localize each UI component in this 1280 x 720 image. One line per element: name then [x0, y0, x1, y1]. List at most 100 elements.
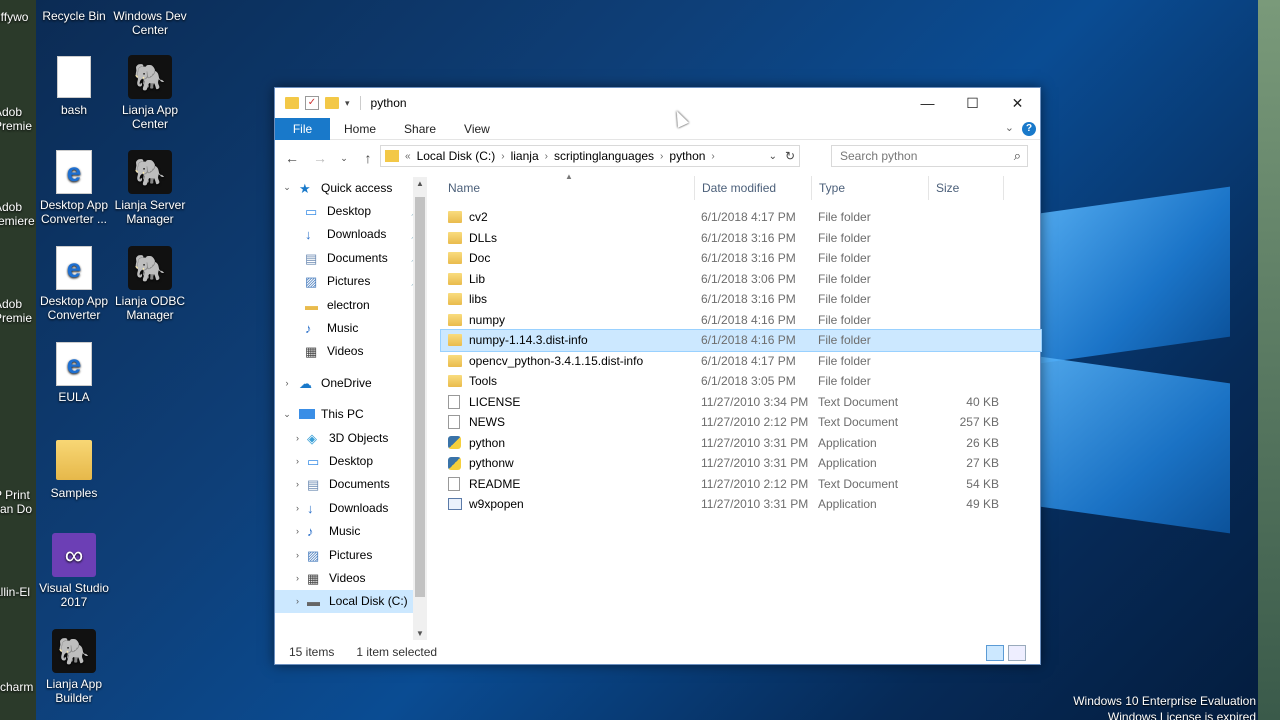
forward-icon[interactable]: →	[311, 150, 329, 166]
file-row[interactable]: libs 6/1/2018 3:16 PM File folder	[441, 289, 1041, 310]
address-dropdown-icon[interactable]: ⌄	[769, 151, 777, 162]
desktop-icon[interactable]: 🐘 Lianja ODBC Manager	[110, 246, 190, 322]
desktop-icon-label-partial[interactable]: ycharm	[0, 680, 36, 694]
customize-toolbar-icon[interactable]: ▾	[345, 98, 350, 109]
nav-quick-item[interactable]: ▤Documents📌	[275, 246, 427, 269]
scroll-down-icon[interactable]: ▼	[413, 629, 427, 638]
tab-view[interactable]: View	[450, 118, 504, 140]
desktop-icon[interactable]: e EULA	[34, 342, 114, 404]
help-icon[interactable]: ?	[1022, 122, 1036, 136]
nav-scrollbar[interactable]: ▲ ▼	[413, 177, 427, 640]
desktop-icon-label-partial[interactable]: Adob Premie	[0, 297, 36, 325]
desktop-icon-label-partial[interactable]: allin-El	[0, 585, 36, 599]
chevron-right-icon[interactable]: ›	[275, 456, 307, 466]
close-button[interactable]: ✕	[995, 88, 1040, 118]
desktop-icon[interactable]: bash	[34, 55, 114, 117]
desktop-icon[interactable]: e Desktop App Converter	[34, 246, 114, 322]
properties-icon[interactable]: ✓	[305, 96, 319, 110]
nav-quick-item[interactable]: ▦ Videos	[275, 340, 427, 363]
nav-pc-item[interactable]: › ▬ Local Disk (C:)	[275, 589, 427, 614]
file-row[interactable]: cv2 6/1/2018 4:17 PM File folder	[441, 207, 1041, 228]
nav-quick-item[interactable]: ▭Desktop📌	[275, 199, 427, 222]
address-bar[interactable]: « Local Disk (C:) › lianja › scriptingla…	[380, 145, 800, 167]
breadcrumb-separator-icon[interactable]: ›	[660, 151, 663, 162]
nav-pc-item[interactable]: › ▨ Pictures	[275, 543, 427, 566]
tab-file[interactable]: File	[275, 117, 330, 140]
breadcrumb-overflow[interactable]: «	[405, 151, 411, 162]
nav-pc-item[interactable]: › ▦ Videos	[275, 566, 427, 589]
nav-quick-item[interactable]: ▨Pictures📌	[275, 270, 427, 293]
desktop-icon-label-partial[interactable]: Adob Premie	[0, 105, 36, 133]
minimize-button[interactable]: —	[905, 88, 950, 118]
desktop-icon[interactable]: ∞ Visual Studio 2017	[34, 533, 114, 609]
nav-pc-item[interactable]: › ♪ Music	[275, 519, 427, 542]
desktop-icon[interactable]: 🐘 Lianja App Center	[110, 55, 190, 131]
nav-quick-item[interactable]: ↓Downloads📌	[275, 223, 427, 246]
chevron-right-icon[interactable]: ›	[275, 550, 307, 560]
back-icon[interactable]: ←	[283, 150, 301, 166]
breadcrumb-lianja[interactable]: lianja	[511, 149, 539, 163]
refresh-icon[interactable]: ↻	[785, 149, 795, 163]
title-bar[interactable]: ✓ ▾ python — ☐ ✕	[275, 88, 1040, 118]
file-row[interactable]: python 11/27/2010 3:31 PM Application 26 KB	[441, 433, 1041, 454]
desktop-icon-label-partial[interactable]: P Print can Do	[0, 488, 36, 516]
file-row[interactable]: opencv_python-3.4.1.15.dist-info 6/1/2018…	[441, 351, 1041, 372]
chevron-right-icon[interactable]: ›	[275, 433, 307, 443]
breadcrumb-separator-icon[interactable]: ›	[545, 151, 548, 162]
breadcrumb-separator-icon[interactable]: ›	[711, 151, 714, 162]
nav-pc-item[interactable]: › ▤ Documents	[275, 473, 427, 496]
large-icons-view-icon[interactable]	[1008, 645, 1026, 661]
nav-this-pc[interactable]: ⌄ This PC	[275, 403, 427, 426]
chevron-right-icon[interactable]: ›	[275, 526, 307, 536]
file-row[interactable]: DLLs 6/1/2018 3:16 PM File folder	[441, 228, 1041, 249]
scroll-up-icon[interactable]: ▲	[413, 179, 427, 188]
up-icon[interactable]: ↑	[359, 150, 377, 166]
desktop-icon[interactable]: 🐘 Lianja Server Manager	[110, 150, 190, 226]
nav-pc-item[interactable]: › ▭ Desktop	[275, 449, 427, 472]
desktop-icon[interactable]: Recycle Bin	[34, 5, 114, 23]
maximize-button[interactable]: ☐	[950, 88, 995, 118]
desktop-icon[interactable]: 🐘 Lianja App Builder	[34, 629, 114, 705]
file-row[interactable]: w9xpopen 11/27/2010 3:31 PM Application 49 …	[441, 494, 1041, 515]
desktop-icon-label-partial[interactable]: Adob remiere	[0, 200, 36, 228]
file-row[interactable]: README 11/27/2010 2:12 PM Text Document 54 …	[441, 474, 1041, 495]
chevron-right-icon[interactable]: ›	[275, 378, 299, 388]
desktop-icon[interactable]: e Desktop App Converter ...	[34, 150, 114, 226]
breadcrumb-separator-icon[interactable]: ›	[501, 151, 504, 162]
chevron-down-icon[interactable]: ⌄	[275, 409, 299, 420]
file-row[interactable]: Doc 6/1/2018 3:16 PM File folder	[441, 248, 1041, 269]
desktop-icon-label-partial[interactable]: uffywo	[0, 10, 36, 24]
column-name[interactable]: Name	[441, 176, 695, 200]
tab-share[interactable]: Share	[390, 118, 450, 140]
chevron-right-icon[interactable]: ›	[275, 596, 307, 606]
file-row[interactable]: Lib 6/1/2018 3:06 PM File folder	[441, 269, 1041, 290]
new-folder-icon[interactable]	[325, 97, 339, 109]
chevron-down-icon[interactable]: ⌄	[275, 182, 299, 193]
column-date-modified[interactable]: Date modified	[695, 176, 812, 200]
chevron-right-icon[interactable]: ›	[275, 503, 307, 513]
recent-locations-icon[interactable]: ⌄	[339, 153, 349, 164]
tab-home[interactable]: Home	[330, 118, 390, 140]
file-row[interactable]: numpy 6/1/2018 4:16 PM File folder	[441, 310, 1041, 331]
breadcrumb-python[interactable]: python	[669, 149, 705, 163]
chevron-right-icon[interactable]: ›	[275, 573, 307, 583]
nav-pc-item[interactable]: › ↓ Downloads	[275, 496, 427, 519]
search-input[interactable]: Search python ⌕	[831, 145, 1028, 167]
column-type[interactable]: Type	[812, 176, 929, 200]
file-row[interactable]: LICENSE 11/27/2010 3:34 PM Text Document 40…	[441, 392, 1041, 413]
details-view-icon[interactable]	[986, 645, 1004, 661]
column-size[interactable]: Size	[929, 176, 1004, 200]
breadcrumb-scriptinglanguages[interactable]: scriptinglanguages	[554, 149, 654, 163]
file-row[interactable]: pythonw 11/27/2010 3:31 PM Application 27 K…	[441, 453, 1041, 474]
chevron-right-icon[interactable]: ›	[275, 479, 307, 489]
breadcrumb-local-disk[interactable]: Local Disk (C:)	[417, 149, 496, 163]
nav-onedrive[interactable]: › ☁ OneDrive	[275, 371, 427, 394]
desktop-icon[interactable]: Samples	[34, 438, 114, 500]
nav-quick-access[interactable]: ⌄ ★ Quick access	[275, 176, 427, 199]
file-row[interactable]: Tools 6/1/2018 3:05 PM File folder	[441, 371, 1041, 392]
file-row[interactable]: NEWS 11/27/2010 2:12 PM Text Document 257 K…	[441, 412, 1041, 433]
file-row[interactable]: numpy-1.14.3.dist-info 6/1/2018 4:16 PM Fi…	[440, 329, 1042, 352]
nav-quick-item[interactable]: ▬ electron	[275, 293, 427, 316]
nav-quick-item[interactable]: ♪ Music	[275, 316, 427, 339]
scrollbar-thumb[interactable]	[415, 197, 425, 597]
